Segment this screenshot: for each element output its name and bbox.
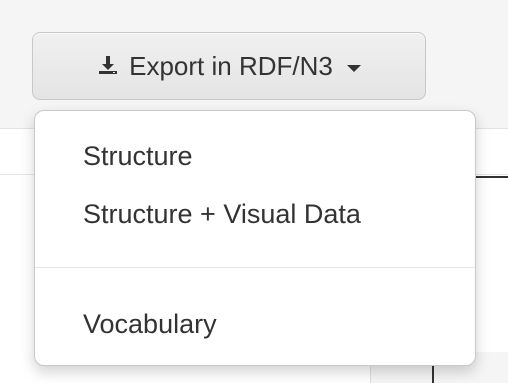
export-dropdown-menu: Structure Structure + Visual Data Vocabu… <box>34 110 476 366</box>
download-icon <box>97 54 119 76</box>
menu-item-structure[interactable]: Structure <box>83 141 193 172</box>
caret-down-icon <box>346 64 361 72</box>
export-button-label: Export in RDF/N3 <box>129 50 333 81</box>
menu-item-vocabulary[interactable]: Vocabulary <box>83 309 217 340</box>
menu-divider <box>35 267 475 268</box>
menu-item-structure-visual-data[interactable]: Structure + Visual Data <box>83 199 361 230</box>
export-dropdown-button[interactable]: Export in RDF/N3 <box>32 32 426 100</box>
page: Export in RDF/N3 Structure Structure + V… <box>0 0 508 383</box>
content-edge-line <box>474 176 508 178</box>
